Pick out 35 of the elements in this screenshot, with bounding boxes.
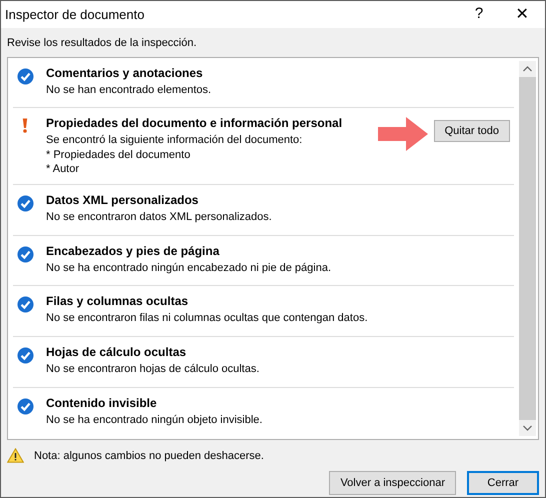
detail-item: * Autor — [46, 162, 80, 176]
instruction-text: Revise los resultados de la inspección. — [6, 36, 198, 51]
result-message: No se han encontrado elementos. — [46, 82, 212, 98]
window-title: Inspector de documento — [5, 6, 146, 24]
close-button[interactable]: ✕ — [499, 1, 545, 28]
scroll-down-icon[interactable] — [523, 424, 532, 430]
result-title: Hojas de cálculo ocultas — [46, 345, 188, 360]
warning-icon — [7, 448, 24, 464]
result-title: Comentarios y anotaciones — [46, 66, 204, 80]
note-text: Nota: algunos cambios no pueden deshacerse. — [34, 448, 264, 464]
checkmark-icon — [17, 398, 34, 415]
help-button[interactable]: ? — [459, 1, 499, 28]
exclamation-icon — [22, 118, 28, 134]
arrow-icon — [378, 117, 428, 152]
detail-item: * Propiedades del documento — [46, 148, 192, 162]
result-title: Datos XML personalizados — [46, 192, 200, 208]
result-title: Contenido invisible — [46, 396, 158, 411]
dialog-button[interactable]: Volver a inspeccionar — [329, 471, 456, 495]
result-title: Propiedades del documento e información personal — [46, 116, 344, 132]
result-message: No se encontraron hojas de cálculo ocultas. — [46, 362, 260, 378]
result-message: No se encontraron datos XML personalizados. — [46, 210, 273, 225]
result-message: No se ha encontrado ningún encabezado ni pie de página. — [46, 260, 332, 276]
checkmark-icon — [17, 296, 34, 314]
result-message: No se ha encontrado ningún objeto invisible. — [46, 412, 264, 428]
checkmark-icon — [17, 194, 34, 212]
checkmark-icon — [17, 246, 34, 263]
result-message: Se encontró la siguiente información del documento: — [46, 133, 304, 148]
dialog-button[interactable]: Cerrar — [467, 471, 539, 495]
result-title: Encabezados y pies de página — [46, 244, 220, 259]
result-title: Filas y columnas ocultas — [46, 294, 190, 310]
checkmark-icon — [17, 68, 34, 84]
result-message: No se encontraron filas ni columnas ocultas que contengan datos. — [46, 311, 369, 326]
checkmark-icon — [17, 347, 34, 364]
scroll-up-icon[interactable] — [523, 66, 532, 72]
remove-all-button[interactable]: Quitar todo — [434, 120, 510, 142]
